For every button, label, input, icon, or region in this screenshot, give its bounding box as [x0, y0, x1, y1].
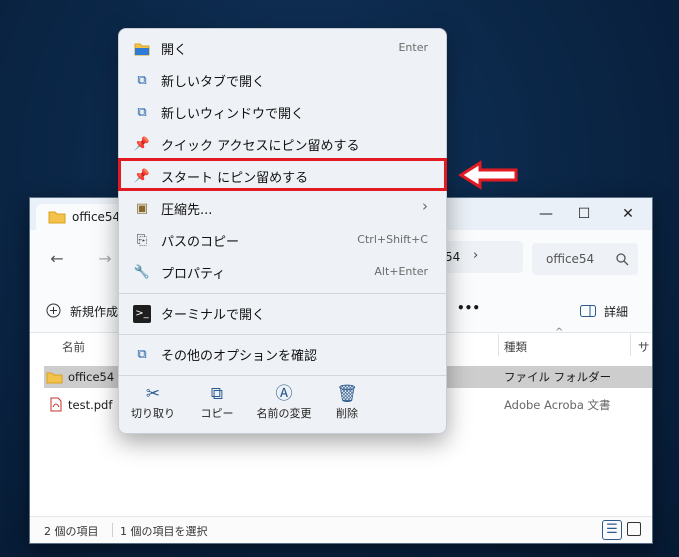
- plus-icon: [46, 303, 61, 318]
- wrench-icon: 🔧: [133, 265, 151, 280]
- trash-icon: 🗑: [336, 384, 358, 404]
- zip-folder-icon: ▣: [135, 201, 149, 216]
- minimize-button[interactable]: —: [526, 201, 566, 227]
- folder-open-icon: [134, 43, 150, 56]
- menu-separator: [119, 375, 446, 376]
- menu-item-label: 新しいウィンドウで開く: [161, 107, 305, 122]
- menu-item-label: パスのコピー: [161, 235, 240, 250]
- close-button[interactable]: ✕: [608, 201, 648, 227]
- menu-item-copy-path[interactable]: ⎘ パスのコピー Ctrl+Shift+C: [123, 225, 442, 255]
- menu-item-open-terminal[interactable]: >_ ターミナルで開く: [123, 298, 442, 328]
- item-count: 2 個の項目: [44, 525, 99, 538]
- column-header-size[interactable]: サ: [638, 339, 650, 355]
- menu-item-label: 圧縮先...: [161, 203, 213, 218]
- more-options-button[interactable]: •••: [457, 301, 480, 315]
- cut-label: 切り取り: [131, 407, 175, 420]
- new-label: 新規作成: [70, 305, 119, 319]
- terminal-icon: >_: [133, 305, 151, 323]
- highlight-box: [118, 158, 447, 191]
- details-pane-icon: [580, 305, 596, 317]
- pin-icon: 📌: [133, 137, 151, 152]
- menu-item-label: 開く: [161, 43, 188, 58]
- selected-count: 1 個の項目を選択: [120, 525, 208, 538]
- file-name: office54: [68, 370, 115, 384]
- menu-item-open-new-window[interactable]: ⧉ 新しいウィンドウで開く: [123, 97, 442, 127]
- rename-button[interactable]: Ⓐ 名前の変更: [251, 383, 317, 429]
- column-divider[interactable]: [630, 334, 631, 356]
- open-in-new-window-icon: ⧉: [137, 105, 147, 120]
- status-bar: 2 個の項目 1 個の項目を選択 ☰: [30, 516, 652, 543]
- menu-item-label: 新しいタブで開く: [161, 75, 266, 90]
- sort-up-icon: ^: [555, 327, 564, 338]
- delete-button[interactable]: 🗑 削除: [319, 383, 375, 429]
- rename-label: 名前の変更: [256, 407, 312, 420]
- column-header-type[interactable]: 種類: [504, 339, 527, 355]
- menu-item-open-new-tab[interactable]: ⧉ 新しいタブで開く: [123, 65, 442, 95]
- menu-item-label: その他のオプションを確認: [161, 349, 318, 364]
- file-name: test.pdf: [68, 398, 113, 412]
- address-text: 54: [445, 250, 461, 264]
- menu-item-shortcut: Enter: [398, 41, 428, 54]
- cut-button[interactable]: ✂ 切り取り: [125, 383, 181, 429]
- search-placeholder: office54: [546, 252, 595, 266]
- copy-button[interactable]: ⧉ コピー: [189, 383, 245, 429]
- external-open-icon: ⧉: [137, 347, 147, 362]
- copy-path-icon: ⎘: [136, 233, 148, 248]
- chevron-right-icon: ›: [422, 197, 428, 215]
- status-divider: [112, 523, 113, 537]
- scissors-icon: ✂: [145, 384, 161, 404]
- explorer-tab[interactable]: office54: [36, 204, 128, 230]
- file-type: ファイル フォルダー: [504, 370, 612, 384]
- maximize-button[interactable]: ☐: [564, 201, 604, 227]
- menu-item-compress[interactable]: ▣ 圧縮先... ›: [123, 193, 442, 223]
- rename-icon: Ⓐ: [275, 384, 293, 404]
- file-type: Adobe Acroba 文書: [504, 398, 611, 412]
- menu-item-label: プロパティ: [161, 267, 226, 282]
- search-box[interactable]: office54: [532, 243, 638, 275]
- menu-item-properties[interactable]: 🔧 プロパティ Alt+Enter: [123, 257, 442, 287]
- new-button[interactable]: 新規作成: [44, 302, 124, 322]
- details-button[interactable]: 詳細: [580, 302, 640, 322]
- chevron-right-icon[interactable]: ›: [473, 248, 478, 263]
- menu-item-shortcut: Ctrl+Shift+C: [357, 233, 428, 246]
- pdf-file-icon: [50, 397, 62, 412]
- menu-item-open[interactable]: 開く Enter: [123, 33, 442, 63]
- details-view-icon[interactable]: ☰: [602, 520, 622, 540]
- menu-item-shortcut: Alt+Enter: [374, 265, 428, 278]
- open-in-new-tab-icon: ⧉: [137, 73, 147, 88]
- search-icon[interactable]: [616, 253, 629, 266]
- column-divider[interactable]: [498, 334, 499, 356]
- menu-separator: [119, 334, 446, 335]
- menu-separator: [119, 293, 446, 294]
- tiles-view-icon[interactable]: [627, 522, 641, 536]
- delete-label: 削除: [336, 407, 358, 420]
- details-label: 詳細: [604, 305, 629, 319]
- forward-button[interactable]: →: [92, 246, 118, 272]
- folder-icon: [48, 211, 66, 224]
- copy-icon: ⧉: [210, 384, 224, 404]
- arrow-left-icon: [458, 160, 518, 190]
- menu-item-label: ターミナルで開く: [161, 308, 266, 323]
- back-button[interactable]: ←: [44, 246, 70, 272]
- menu-item-label: クイック アクセスにピン留めする: [161, 139, 360, 154]
- menu-item-pin-quick-access[interactable]: 📌 クイック アクセスにピン留めする: [123, 129, 442, 159]
- tab-title: office54: [72, 210, 121, 224]
- menu-item-more-options[interactable]: ⧉ その他のオプションを確認: [123, 339, 442, 369]
- folder-icon: [46, 372, 63, 384]
- copy-label: コピー: [200, 407, 234, 420]
- context-menu: 開く Enter ⧉ 新しいタブで開く ⧉ 新しいウィンドウで開く 📌 クイック…: [118, 28, 447, 434]
- column-header-name[interactable]: 名前: [62, 339, 85, 355]
